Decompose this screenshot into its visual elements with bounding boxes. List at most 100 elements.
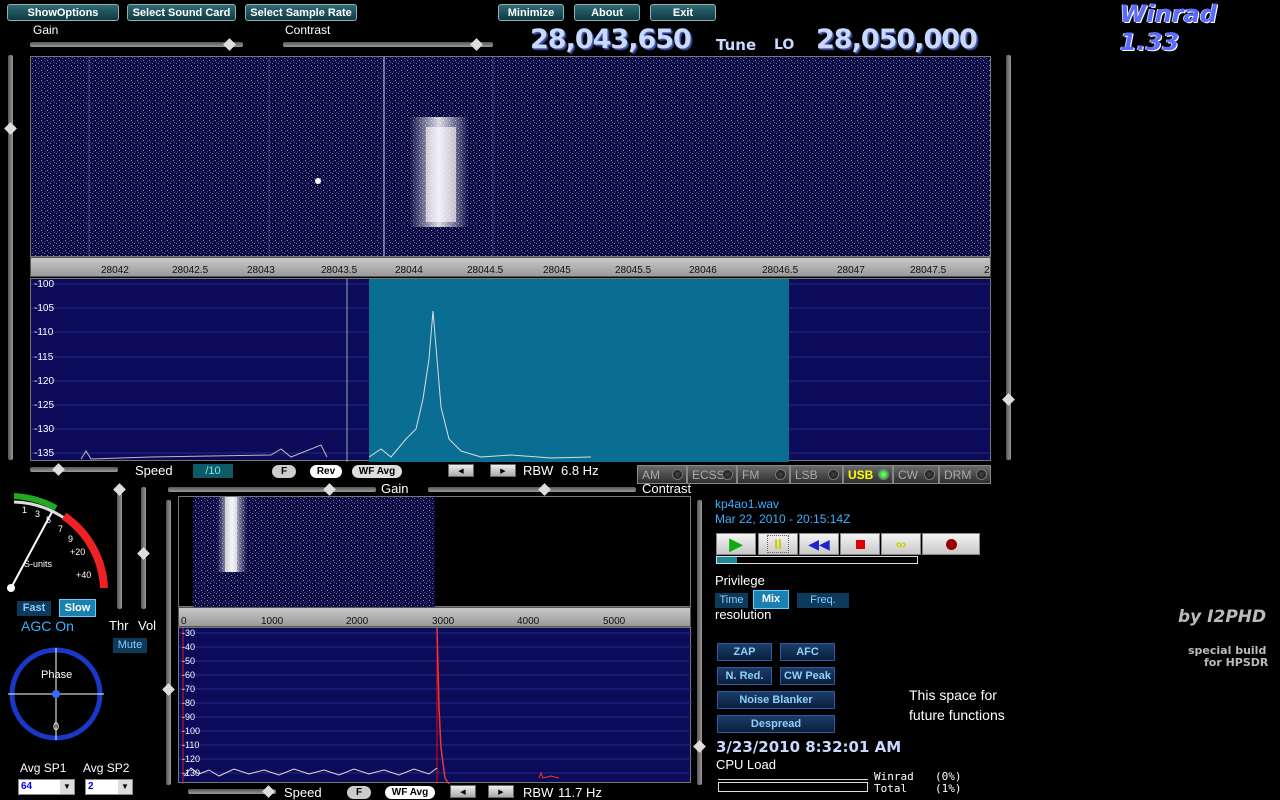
- audio-y-label: -90: [182, 712, 196, 722]
- stop-button[interactable]: [840, 533, 880, 555]
- y-label: -120: [34, 376, 55, 387]
- rev-button[interactable]: Rev: [310, 465, 342, 478]
- axis-tick: 28042: [101, 265, 129, 276]
- axis-tick: 28044: [395, 265, 423, 276]
- nred-button[interactable]: N. Red.: [717, 667, 772, 685]
- playback-progress[interactable]: [716, 556, 918, 564]
- audio-contrast-slider[interactable]: [428, 483, 636, 496]
- audio-y-label: -120: [182, 754, 201, 764]
- main-spectrum[interactable]: -100 -105 -110 -115 -120 -125 -130 -135: [30, 278, 992, 462]
- main-frequency-axis: 28042 28042.5 28043 28043.5 28044 28044.…: [30, 257, 991, 277]
- audio-spectrum-graphic: [179, 628, 692, 784]
- speed-div-button[interactable]: /10: [193, 464, 233, 478]
- audio-gain-slider[interactable]: [168, 483, 376, 496]
- step-right-button[interactable]: ▶: [490, 464, 516, 477]
- gain-label: Gain: [33, 23, 59, 37]
- minimize-button[interactable]: Minimize: [498, 4, 564, 21]
- axis-tick: 28042.5: [172, 265, 209, 276]
- contrast-slider[interactable]: [283, 38, 493, 51]
- mode-cw[interactable]: CW: [893, 465, 939, 484]
- audio-left-vslider[interactable]: [162, 500, 175, 785]
- mode-am-label: AM: [642, 467, 660, 482]
- rbw-label: RBW: [523, 463, 554, 478]
- agc-status[interactable]: AGC On: [21, 618, 74, 634]
- agc-slow-button[interactable]: Slow: [59, 599, 96, 617]
- pause-button[interactable]: II: [758, 533, 798, 555]
- show-options-button[interactable]: ShowOptions: [7, 4, 119, 21]
- afc-button[interactable]: AFC: [780, 643, 835, 661]
- audio-spectrum[interactable]: -30 -40 -50 -60 -70 -80 -90 -100 -110 -1…: [178, 627, 692, 784]
- axis-tick: 28045.5: [615, 265, 652, 276]
- main-waterfall[interactable]: [30, 56, 991, 257]
- mode-drm[interactable]: DRM: [939, 465, 991, 484]
- audio-waterfall[interactable]: [178, 496, 691, 608]
- select-sample-rate-button[interactable]: Select Sample Rate: [245, 4, 357, 21]
- loop-button[interactable]: ∞: [881, 533, 921, 555]
- record-icon: [945, 538, 957, 550]
- step-left-button[interactable]: ◀: [448, 464, 474, 477]
- speed-label: Speed: [135, 463, 173, 478]
- play-button[interactable]: ▶: [716, 533, 756, 555]
- s-scale: 1: [22, 505, 28, 515]
- audio-wf-avg-button[interactable]: WF Avg: [385, 786, 435, 799]
- mode-usb-label: USB: [848, 467, 874, 482]
- main-left-vslider[interactable]: [4, 55, 17, 460]
- avg-sp2-select[interactable]: 2 ▼: [85, 779, 133, 795]
- audio-y-label: -40: [182, 642, 196, 652]
- avg-sp1-select[interactable]: 64 ▼: [18, 779, 75, 795]
- record-button[interactable]: [922, 533, 980, 555]
- mode-fm[interactable]: FM: [737, 465, 790, 484]
- privilege-label: Privilege: [715, 573, 765, 588]
- gain-slider[interactable]: [30, 38, 243, 51]
- mode-lsb[interactable]: LSB: [790, 465, 843, 484]
- rewind-button[interactable]: ◀◀: [799, 533, 839, 555]
- tune-label: Tune: [716, 36, 757, 54]
- audio-rbw-value: 11.7 Hz: [558, 785, 602, 800]
- select-sound-card-button[interactable]: Select Sound Card: [127, 4, 236, 21]
- cpu-total-value: (1%): [935, 782, 962, 795]
- privilege-freq-button[interactable]: Freq.: [797, 593, 849, 608]
- cw-peak-button[interactable]: CW Peak: [780, 667, 835, 685]
- audio-axis-tick: 3000: [432, 616, 455, 627]
- agc-fast-button[interactable]: Fast: [17, 601, 51, 616]
- contrast-label: Contrast: [285, 23, 331, 37]
- avg-sp1-label: Avg SP1: [20, 761, 67, 775]
- exit-button[interactable]: Exit: [650, 4, 716, 21]
- privilege-time-button[interactable]: Time: [715, 593, 748, 608]
- audio-step-left-button[interactable]: ◀: [450, 785, 476, 798]
- y-label: -125: [34, 400, 55, 411]
- vol-slider[interactable]: [137, 487, 150, 609]
- about-button[interactable]: About: [574, 4, 640, 21]
- mode-lsb-label: LSB: [795, 467, 818, 482]
- tune-frequency[interactable]: 28,043,650: [530, 24, 692, 55]
- speed-slider[interactable]: [30, 463, 118, 476]
- y-label: -100: [34, 279, 55, 290]
- noise-blanker-button[interactable]: Noise Blanker: [717, 691, 835, 709]
- mode-usb[interactable]: USB: [843, 465, 893, 484]
- despread-button[interactable]: Despread: [717, 715, 835, 733]
- audio-f-button[interactable]: F: [347, 786, 371, 799]
- zap-button[interactable]: ZAP: [717, 643, 772, 661]
- cpu-bar-winrad: [718, 779, 868, 780]
- thr-slider[interactable]: [113, 483, 126, 609]
- main-spectrum-graphic: [31, 279, 992, 462]
- audio-y-label: -100: [182, 726, 201, 736]
- lo-frequency[interactable]: 28,050,000: [816, 24, 978, 55]
- cpu-total-label: Total: [874, 782, 908, 795]
- audio-y-label: -70: [182, 684, 196, 694]
- wf-avg-button[interactable]: WF Avg: [352, 465, 402, 478]
- mute-button[interactable]: Mute: [113, 638, 147, 653]
- axis-tick: 28044.5: [467, 265, 504, 276]
- s-units-label: S-units: [24, 559, 53, 569]
- pause-icon: II: [767, 535, 789, 553]
- resolution-label: resolution: [715, 607, 772, 622]
- main-right-vslider[interactable]: [1002, 55, 1015, 460]
- mode-ecss[interactable]: ECSS: [687, 465, 737, 484]
- f-button[interactable]: F: [272, 465, 296, 478]
- audio-right-vslider[interactable]: [693, 500, 706, 785]
- axis-tick: 28046.5: [762, 265, 799, 276]
- audio-speed-slider[interactable]: [188, 785, 276, 798]
- audio-gain-label: Gain: [381, 481, 409, 496]
- audio-step-right-button[interactable]: ▶: [488, 785, 514, 798]
- y-label: -110: [34, 327, 54, 338]
